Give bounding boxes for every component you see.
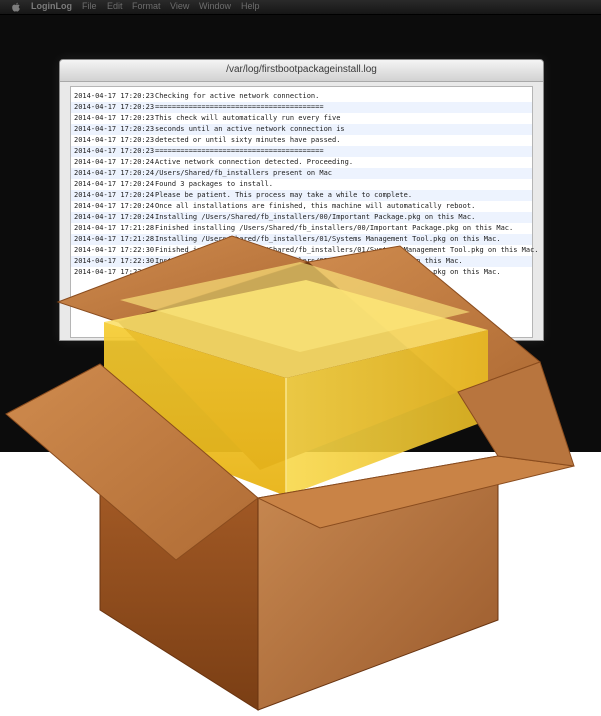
package-box-icon (5, 235, 575, 711)
